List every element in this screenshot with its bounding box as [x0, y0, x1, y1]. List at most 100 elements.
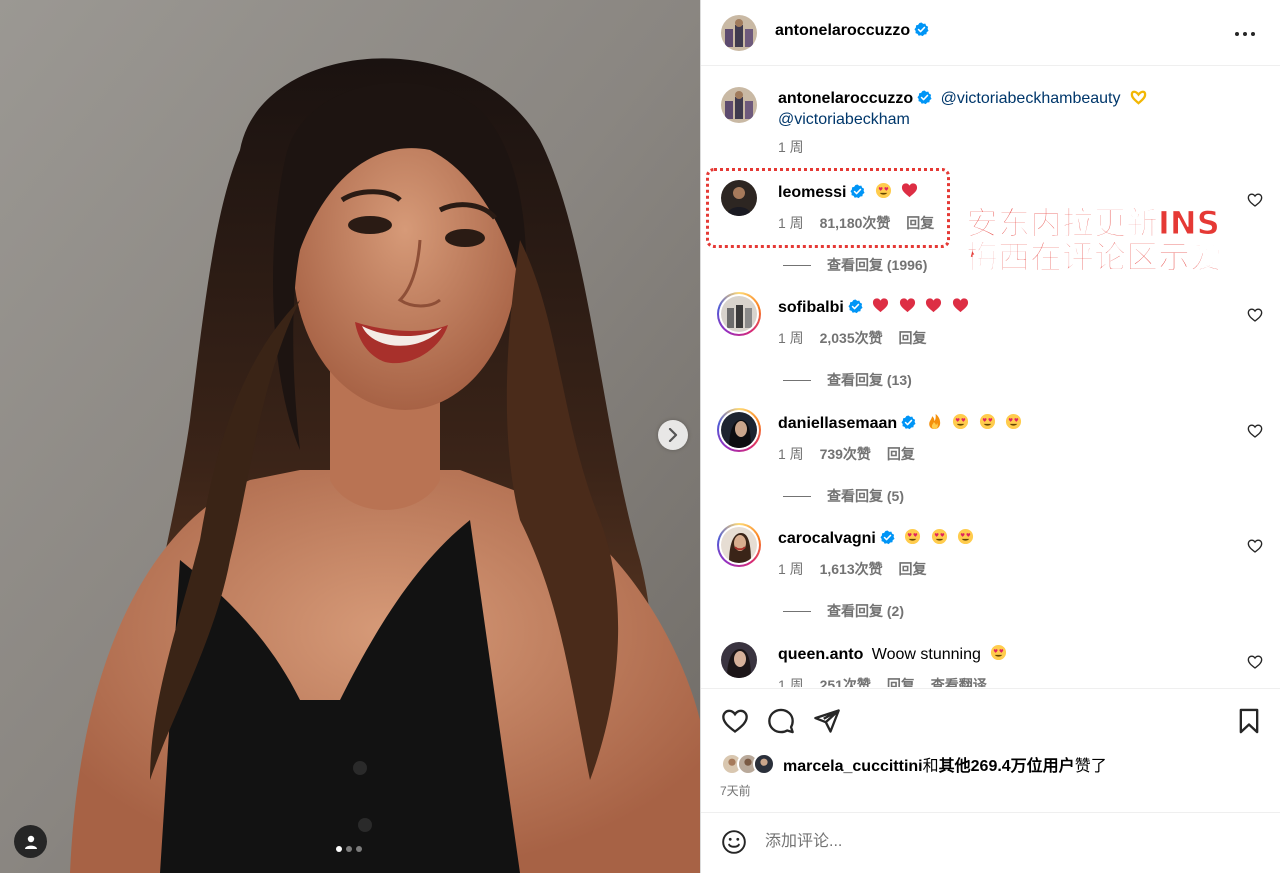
- comment-username[interactable]: daniellasemaan: [778, 415, 897, 432]
- comment-meta: 1 周 251次赞 回复 查看翻译: [778, 675, 999, 687]
- avatar-image: [721, 87, 757, 123]
- see-translation-button[interactable]: 查看翻译: [931, 677, 987, 687]
- comment-composer: [701, 812, 1280, 873]
- emoji-icon[interactable]: [721, 829, 747, 855]
- user-tags-button[interactable]: [14, 825, 47, 858]
- view-replies-label: 查看回复 (13): [827, 372, 912, 388]
- author-username[interactable]: antonelaroccuzzo: [775, 22, 910, 39]
- comment-avatar[interactable]: [717, 292, 761, 336]
- red-heart-emoji-icon: [952, 298, 968, 313]
- caption-text-line2: @victoriabeckham: [778, 109, 910, 130]
- heart-icon[interactable]: [721, 707, 749, 735]
- comment-username[interactable]: carocalvagni: [778, 530, 876, 547]
- heart-icon[interactable]: [1247, 307, 1263, 323]
- share-icon[interactable]: [813, 707, 841, 735]
- comment-meta: 1 周 1,613次赞 回复: [778, 559, 939, 579]
- verified-badge-icon: [848, 299, 863, 314]
- comment-likes[interactable]: 739次赞: [820, 446, 871, 462]
- likes-others-count[interactable]: 其他269.4万位用户: [939, 758, 1075, 775]
- carousel-dot: [346, 846, 352, 852]
- comment-time[interactable]: 1 周: [778, 215, 804, 231]
- reply-button[interactable]: 回复: [906, 215, 934, 231]
- likes-summary[interactable]: marcela_cuccittini和其他269.4万位用户赞了: [721, 752, 1107, 776]
- avatar-image: [721, 642, 757, 678]
- heart-eyes-emoji-icon: [991, 644, 1007, 661]
- comment-text: sofibalbi: [778, 297, 969, 318]
- verified-badge-icon: [917, 90, 932, 105]
- comment-time[interactable]: 1 周: [778, 330, 804, 346]
- comment-text: queen.anto Woow stunning: [778, 644, 1007, 665]
- avatar-frame: [719, 410, 759, 450]
- comment-likes[interactable]: 2,035次赞: [820, 330, 883, 346]
- view-replies-button[interactable]: 查看回复 (2): [783, 601, 904, 621]
- comment-time[interactable]: 1 周: [778, 561, 804, 577]
- heart-icon[interactable]: [1247, 654, 1263, 670]
- bookmark-icon[interactable]: [1235, 707, 1263, 735]
- avatar-frame: [719, 525, 759, 565]
- comment-meta: 1 周 2,035次赞 回复: [778, 328, 939, 348]
- comment-icon[interactable]: [767, 707, 795, 735]
- view-replies-button[interactable]: 查看回复 (13): [783, 370, 912, 390]
- liker-avatar: [753, 753, 775, 775]
- comment-likes[interactable]: 1,613次赞: [820, 561, 883, 577]
- comments-list[interactable]: antonelaroccuzzo @victoriabeckhambeauty …: [701, 67, 1280, 687]
- chevron-right-icon: [668, 428, 678, 442]
- caption-mention-link[interactable]: @victoriabeckham: [778, 111, 910, 128]
- view-replies-button[interactable]: 查看回复 (5): [783, 486, 904, 506]
- heart-icon[interactable]: [1247, 423, 1263, 439]
- header-author[interactable]: antonelaroccuzzo: [775, 22, 929, 40]
- verified-badge-icon: [880, 530, 895, 545]
- comment-time[interactable]: 1 周: [778, 446, 804, 462]
- heart-eyes-emoji-icon: [979, 413, 995, 430]
- avatar-frame: [719, 294, 759, 334]
- more-options-icon[interactable]: [1233, 24, 1257, 44]
- heart-icon[interactable]: [1247, 538, 1263, 554]
- carousel-next-button[interactable]: [658, 420, 688, 450]
- avatar-image: [721, 296, 757, 332]
- comment-likes[interactable]: 251次赞: [820, 677, 871, 687]
- post-timestamp[interactable]: 7天前: [720, 782, 751, 799]
- caption-username[interactable]: antonelaroccuzzo: [778, 90, 913, 107]
- reply-button[interactable]: 回复: [887, 677, 915, 687]
- view-replies-label: 查看回复 (2): [827, 603, 904, 619]
- heart-hands-emoji-icon: [1130, 90, 1147, 105]
- comment-avatar[interactable]: [721, 180, 757, 216]
- reply-button[interactable]: 回复: [899, 330, 927, 346]
- heart-eyes-emoji-icon: [875, 182, 891, 199]
- caption-mention-link[interactable]: @victoriabeckhambeauty: [941, 90, 1121, 107]
- liker-username[interactable]: marcela_cuccittini: [783, 758, 923, 775]
- comment-username[interactable]: queen.anto: [778, 646, 863, 663]
- post-photo[interactable]: [0, 0, 700, 873]
- verified-badge-icon: [901, 415, 916, 430]
- heart-icon[interactable]: [1247, 192, 1263, 208]
- comment-avatar[interactable]: [721, 642, 757, 678]
- comment-username[interactable]: sofibalbi: [778, 299, 844, 316]
- post-action-bar: [701, 688, 1280, 748]
- author-avatar[interactable]: [721, 15, 757, 51]
- caption-time[interactable]: 1 周: [778, 139, 804, 155]
- view-replies-label: 查看回复 (5): [827, 488, 904, 504]
- view-replies-line: [783, 379, 811, 381]
- view-replies-label: 查看回复 (1996): [827, 257, 928, 273]
- liker-avatars: [721, 753, 775, 775]
- avatar-image: [721, 15, 757, 51]
- caption-avatar[interactable]: [721, 87, 757, 123]
- reply-button[interactable]: 回复: [887, 446, 915, 462]
- comment-avatar[interactable]: [717, 408, 761, 452]
- view-replies-line: [783, 610, 811, 612]
- likes-connector: 和: [922, 758, 939, 775]
- avatar-image: [721, 412, 757, 448]
- comment-time[interactable]: 1 周: [778, 677, 804, 687]
- comment-avatar[interactable]: [717, 523, 761, 567]
- comment-text: carocalvagni: [778, 528, 974, 549]
- post-details-panel: antonelaroccuzzo antonelaroccuzzo @victo…: [700, 0, 1280, 873]
- carousel-dot: [336, 846, 342, 852]
- instagram-post-view: antonelaroccuzzo antonelaroccuzzo @victo…: [0, 0, 1280, 873]
- view-replies-button[interactable]: 查看回复 (1996): [783, 255, 927, 275]
- view-replies-line: [783, 264, 811, 266]
- comment-input[interactable]: [765, 827, 1225, 857]
- comment-username[interactable]: leomessi: [778, 184, 846, 201]
- red-heart-emoji-icon: [926, 298, 942, 313]
- comment-likes[interactable]: 81,180次赞: [820, 215, 891, 231]
- reply-button[interactable]: 回复: [899, 561, 927, 577]
